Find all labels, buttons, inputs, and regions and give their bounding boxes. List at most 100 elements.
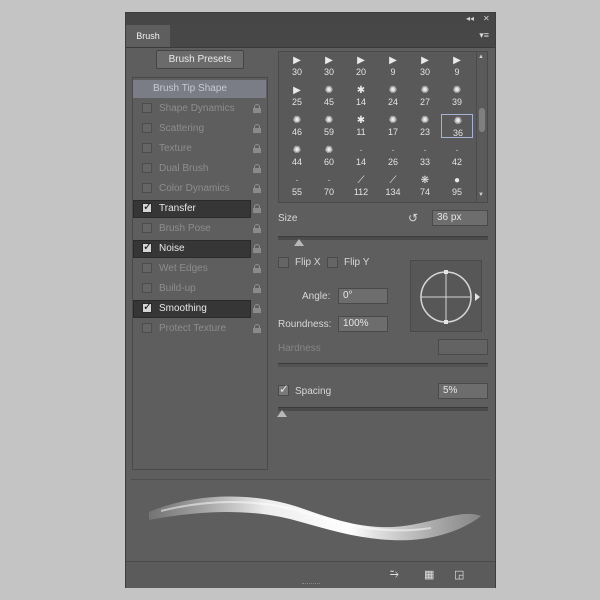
brush-tip-icon: ● xyxy=(453,175,461,186)
lock-icon[interactable] xyxy=(253,204,261,213)
lock-icon[interactable] xyxy=(253,304,261,313)
settings-item[interactable]: Dual Brush xyxy=(133,160,267,178)
scroll-down-icon[interactable]: ▼ xyxy=(478,192,484,198)
brush-tip-cell[interactable]: ✺ 23 xyxy=(409,114,441,138)
size-field[interactable]: 36 px xyxy=(432,210,488,226)
item-checkbox[interactable] xyxy=(142,283,152,293)
lock-icon[interactable] xyxy=(253,324,261,333)
brush-tip-cell[interactable]: ✺ 59 xyxy=(313,114,345,138)
settings-item[interactable]: Texture xyxy=(133,140,267,158)
brush-tip-cell[interactable]: · 14 xyxy=(345,144,377,168)
item-checkbox[interactable] xyxy=(142,300,152,313)
spacing-slider[interactable] xyxy=(278,407,488,411)
brush-tip-cell[interactable]: ▶ 20 xyxy=(345,54,377,78)
brush-tip-cell[interactable]: ▶ 30 xyxy=(313,54,345,78)
lock-icon[interactable] xyxy=(253,164,261,173)
brush-tip-cell[interactable]: ⟋ 134 xyxy=(377,174,409,198)
item-label: Transfer xyxy=(159,203,196,214)
roundness-field[interactable]: 100% xyxy=(338,316,388,332)
settings-item[interactable]: Transfer xyxy=(133,200,267,218)
settings-item[interactable]: Protect Texture xyxy=(133,320,267,338)
brush-tip-cell[interactable]: ⟋ 112 xyxy=(345,174,377,198)
settings-item[interactable]: Shape Dynamics xyxy=(133,100,267,118)
brush-tip-icon: · xyxy=(423,145,427,156)
scroll-up-icon[interactable]: ▲ xyxy=(478,54,484,60)
brush-tip-cell[interactable]: ✺ 44 xyxy=(281,144,313,168)
angle-dial-icon[interactable] xyxy=(411,261,483,333)
spacing-field[interactable]: 5% xyxy=(438,383,488,399)
spacing-slider-knob[interactable] xyxy=(277,410,288,417)
brush-tip-cell[interactable]: ✺ 24 xyxy=(377,84,409,108)
hardness-field xyxy=(438,339,488,355)
scroll-thumb[interactable] xyxy=(479,108,485,132)
grid-icon[interactable]: ▦ xyxy=(424,568,434,581)
brush-tip-cell[interactable]: ✱ 11 xyxy=(345,114,377,138)
brush-toggle-icon[interactable]: ⥲ xyxy=(390,568,399,581)
brush-tip-cell[interactable]: ● 95 xyxy=(441,174,473,198)
brush-tip-shape-item[interactable]: Brush Tip Shape xyxy=(133,80,267,98)
brush-tip-cell[interactable]: ✺ 46 xyxy=(281,114,313,138)
brush-tip-cell[interactable]: ✺ 17 xyxy=(377,114,409,138)
size-slider[interactable] xyxy=(278,236,488,240)
resize-grip[interactable] xyxy=(302,583,320,586)
brush-tip-cell[interactable]: ▶ 30 xyxy=(281,54,313,78)
brush-tip-grid[interactable]: ● 95 ❋ 74 ⟋ 134 ⟋ 112 · 70 · 55 · 42 · 33 · 26 · 14 ✺ 60 ✺ 44 ✺ 3… xyxy=(278,51,488,203)
settings-item[interactable]: Scattering xyxy=(133,120,267,138)
item-checkbox[interactable] xyxy=(142,263,152,273)
item-checkbox[interactable] xyxy=(142,143,152,153)
size-slider-knob[interactable] xyxy=(294,239,304,246)
brush-tip-cell[interactable]: ✺ 45 xyxy=(313,84,345,108)
brush-tip-cell[interactable]: ▶ 30 xyxy=(409,54,441,78)
lock-icon[interactable] xyxy=(253,244,261,253)
spacing-checkbox[interactable] xyxy=(278,382,289,396)
brush-tip-cell[interactable]: · 33 xyxy=(409,144,441,168)
brush-tip-cell[interactable]: · 42 xyxy=(441,144,473,168)
reset-size-icon[interactable]: ↺ xyxy=(408,211,418,225)
angle-field[interactable]: 0° xyxy=(338,288,388,304)
brush-tip-cell[interactable]: ▶ 25 xyxy=(281,84,313,108)
brush-tip-cell[interactable]: ✺ 39 xyxy=(441,84,473,108)
brush-tip-size: 20 xyxy=(355,67,366,77)
brush-presets-button[interactable]: Brush Presets xyxy=(156,50,244,69)
brush-tip-cell[interactable]: ✺ 27 xyxy=(409,84,441,108)
brush-tip-cell[interactable]: · 26 xyxy=(377,144,409,168)
close-icon[interactable]: ✕ xyxy=(483,13,490,25)
new-preset-icon[interactable]: ◲ xyxy=(454,568,464,581)
settings-item[interactable]: Noise xyxy=(133,240,267,258)
item-checkbox[interactable] xyxy=(142,163,152,173)
angle-roundness-widget[interactable] xyxy=(410,260,482,332)
grid-scrollbar[interactable]: ▲ ▼ xyxy=(476,52,487,202)
lock-icon[interactable] xyxy=(253,144,261,153)
flip-y-checkbox[interactable] xyxy=(327,257,338,268)
flip-x-checkbox[interactable] xyxy=(278,257,289,268)
item-checkbox[interactable] xyxy=(142,223,152,233)
brush-tip-cell[interactable]: ▶ 9 xyxy=(441,54,473,78)
item-checkbox[interactable] xyxy=(142,200,152,213)
item-checkbox[interactable] xyxy=(142,240,152,253)
settings-item[interactable]: Wet Edges xyxy=(133,260,267,278)
brush-tip-cell[interactable]: ❋ 74 xyxy=(409,174,441,198)
tab-brush[interactable]: Brush xyxy=(126,25,170,47)
brush-tip-cell[interactable]: · 70 xyxy=(313,174,345,198)
brush-tip-cell[interactable]: ✱ 14 xyxy=(345,84,377,108)
lock-icon[interactable] xyxy=(253,124,261,133)
settings-item[interactable]: Color Dynamics xyxy=(133,180,267,198)
lock-icon[interactable] xyxy=(253,104,261,113)
collapse-icon[interactable]: ◂◂ xyxy=(466,13,474,25)
settings-item[interactable]: Build-up xyxy=(133,280,267,298)
panel-menu-icon[interactable]: ▾≡ xyxy=(479,30,489,41)
settings-item[interactable]: Brush Pose xyxy=(133,220,267,238)
brush-tip-cell[interactable]: · 55 xyxy=(281,174,313,198)
brush-tip-cell[interactable]: ✺ 36 xyxy=(441,114,473,138)
item-checkbox[interactable] xyxy=(142,183,152,193)
settings-item[interactable]: Smoothing xyxy=(133,300,267,318)
item-checkbox[interactable] xyxy=(142,323,152,333)
lock-icon[interactable] xyxy=(253,224,261,233)
brush-tip-cell[interactable]: ✺ 60 xyxy=(313,144,345,168)
lock-icon[interactable] xyxy=(253,284,261,293)
item-checkbox[interactable] xyxy=(142,103,152,113)
item-checkbox[interactable] xyxy=(142,123,152,133)
lock-icon[interactable] xyxy=(253,184,261,193)
lock-icon[interactable] xyxy=(253,264,261,273)
brush-tip-cell[interactable]: ▶ 9 xyxy=(377,54,409,78)
